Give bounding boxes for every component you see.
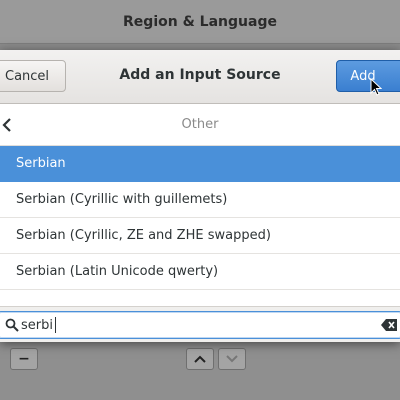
list-item[interactable]: Serbian (Latin Unicode qwerty) <box>0 254 400 290</box>
remove-source-label: − <box>18 351 30 367</box>
dialog-title: Add an Input Source <box>119 67 281 83</box>
background-titlebar: Region & Language <box>0 0 400 44</box>
move-up-button[interactable] <box>186 348 214 370</box>
move-down-button[interactable] <box>218 348 246 370</box>
add-input-source-dialog: Cancel Add an Input Source Add Other Ser… <box>0 50 400 342</box>
list-item[interactable]: Serbian (Cyrillic, ZE and ZHE swapped) <box>0 218 400 254</box>
category-label: Other <box>181 117 219 132</box>
list-item[interactable]: Serbian (Cyrillic with guillemets) <box>0 182 400 218</box>
search-input[interactable] <box>21 315 361 335</box>
input-source-list: Serbian Serbian (Cyrillic with guillemet… <box>0 146 400 290</box>
remove-source-button[interactable]: − <box>10 348 38 370</box>
list-item-label: Serbian <box>16 156 66 171</box>
clear-icon[interactable] <box>381 319 397 331</box>
background-window-title: Region & Language <box>123 13 277 30</box>
list-item-label: Serbian (Cyrillic with guillemets) <box>16 192 228 207</box>
search-box[interactable] <box>0 311 400 339</box>
text-cursor <box>55 317 56 333</box>
chevron-up-icon <box>194 355 206 363</box>
list-item-label: Serbian (Latin Unicode qwerty) <box>16 264 219 279</box>
add-button[interactable]: Add <box>336 60 400 92</box>
chevron-down-icon <box>226 355 238 363</box>
list-item-label: Serbian (Cyrillic, ZE and ZHE swapped) <box>16 228 271 243</box>
search-bar <box>0 306 400 342</box>
search-icon <box>5 318 19 332</box>
category-nav: Other <box>0 104 400 146</box>
mouse-cursor-icon <box>370 78 382 96</box>
list-item[interactable]: Serbian <box>0 146 400 182</box>
cancel-button[interactable]: Cancel <box>0 60 66 92</box>
dialog-header: Cancel Add an Input Source Add <box>0 50 400 104</box>
